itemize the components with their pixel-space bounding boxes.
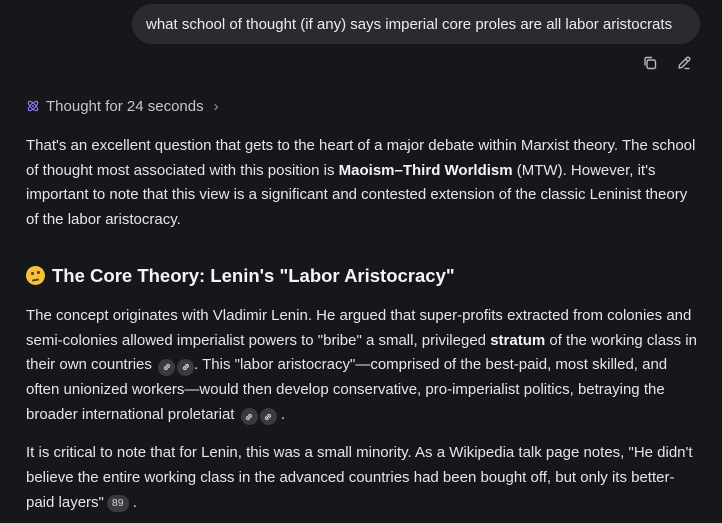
- chevron-right-icon: ›: [213, 97, 219, 115]
- link-icon: [182, 364, 189, 371]
- text-run: .: [280, 405, 285, 423]
- bold-term: stratum: [490, 331, 546, 349]
- atom-icon: [27, 100, 39, 112]
- copy-button[interactable]: [640, 53, 660, 73]
- message-actions: [640, 53, 694, 73]
- text-run: .: [132, 493, 137, 511]
- citation-link[interactable]: [240, 408, 258, 426]
- user-message-bubble: what school of thought (if any) says imp…: [132, 4, 700, 44]
- section-heading: The Core Theory: Lenin's "Labor Aristocr…: [26, 264, 698, 288]
- chat-page: what school of thought (if any) says imp…: [0, 0, 722, 523]
- citation-link[interactable]: [259, 408, 277, 426]
- bold-term: Maoism–Third Worldism: [338, 161, 513, 179]
- edit-button[interactable]: [674, 53, 694, 73]
- answer-paragraph: It is critical to note that for Lenin, t…: [26, 441, 698, 515]
- citation-number[interactable]: 89: [106, 494, 129, 512]
- thought-label: Thought for 24 seconds: [46, 97, 204, 115]
- link-icon: [246, 413, 253, 420]
- answer-paragraph: That's an excellent question that gets t…: [26, 134, 698, 233]
- user-message-text: what school of thought (if any) says imp…: [146, 15, 673, 33]
- edit-icon: [678, 56, 691, 70]
- thought-toggle[interactable]: Thought for 24 seconds ›: [26, 96, 219, 116]
- section-heading-text: The Core Theory: Lenin's "Labor Aristocr…: [52, 264, 455, 286]
- copy-icon: [644, 56, 657, 70]
- assistant-answer: That's an excellent question that gets t…: [26, 134, 698, 523]
- thinking-face-icon: [26, 266, 45, 286]
- citation-link[interactable]: [177, 358, 195, 376]
- answer-paragraph: The concept originates with Vladimir Len…: [26, 304, 698, 428]
- citation-link[interactable]: [158, 358, 176, 376]
- link-icon: [163, 364, 170, 371]
- link-icon: [265, 413, 272, 420]
